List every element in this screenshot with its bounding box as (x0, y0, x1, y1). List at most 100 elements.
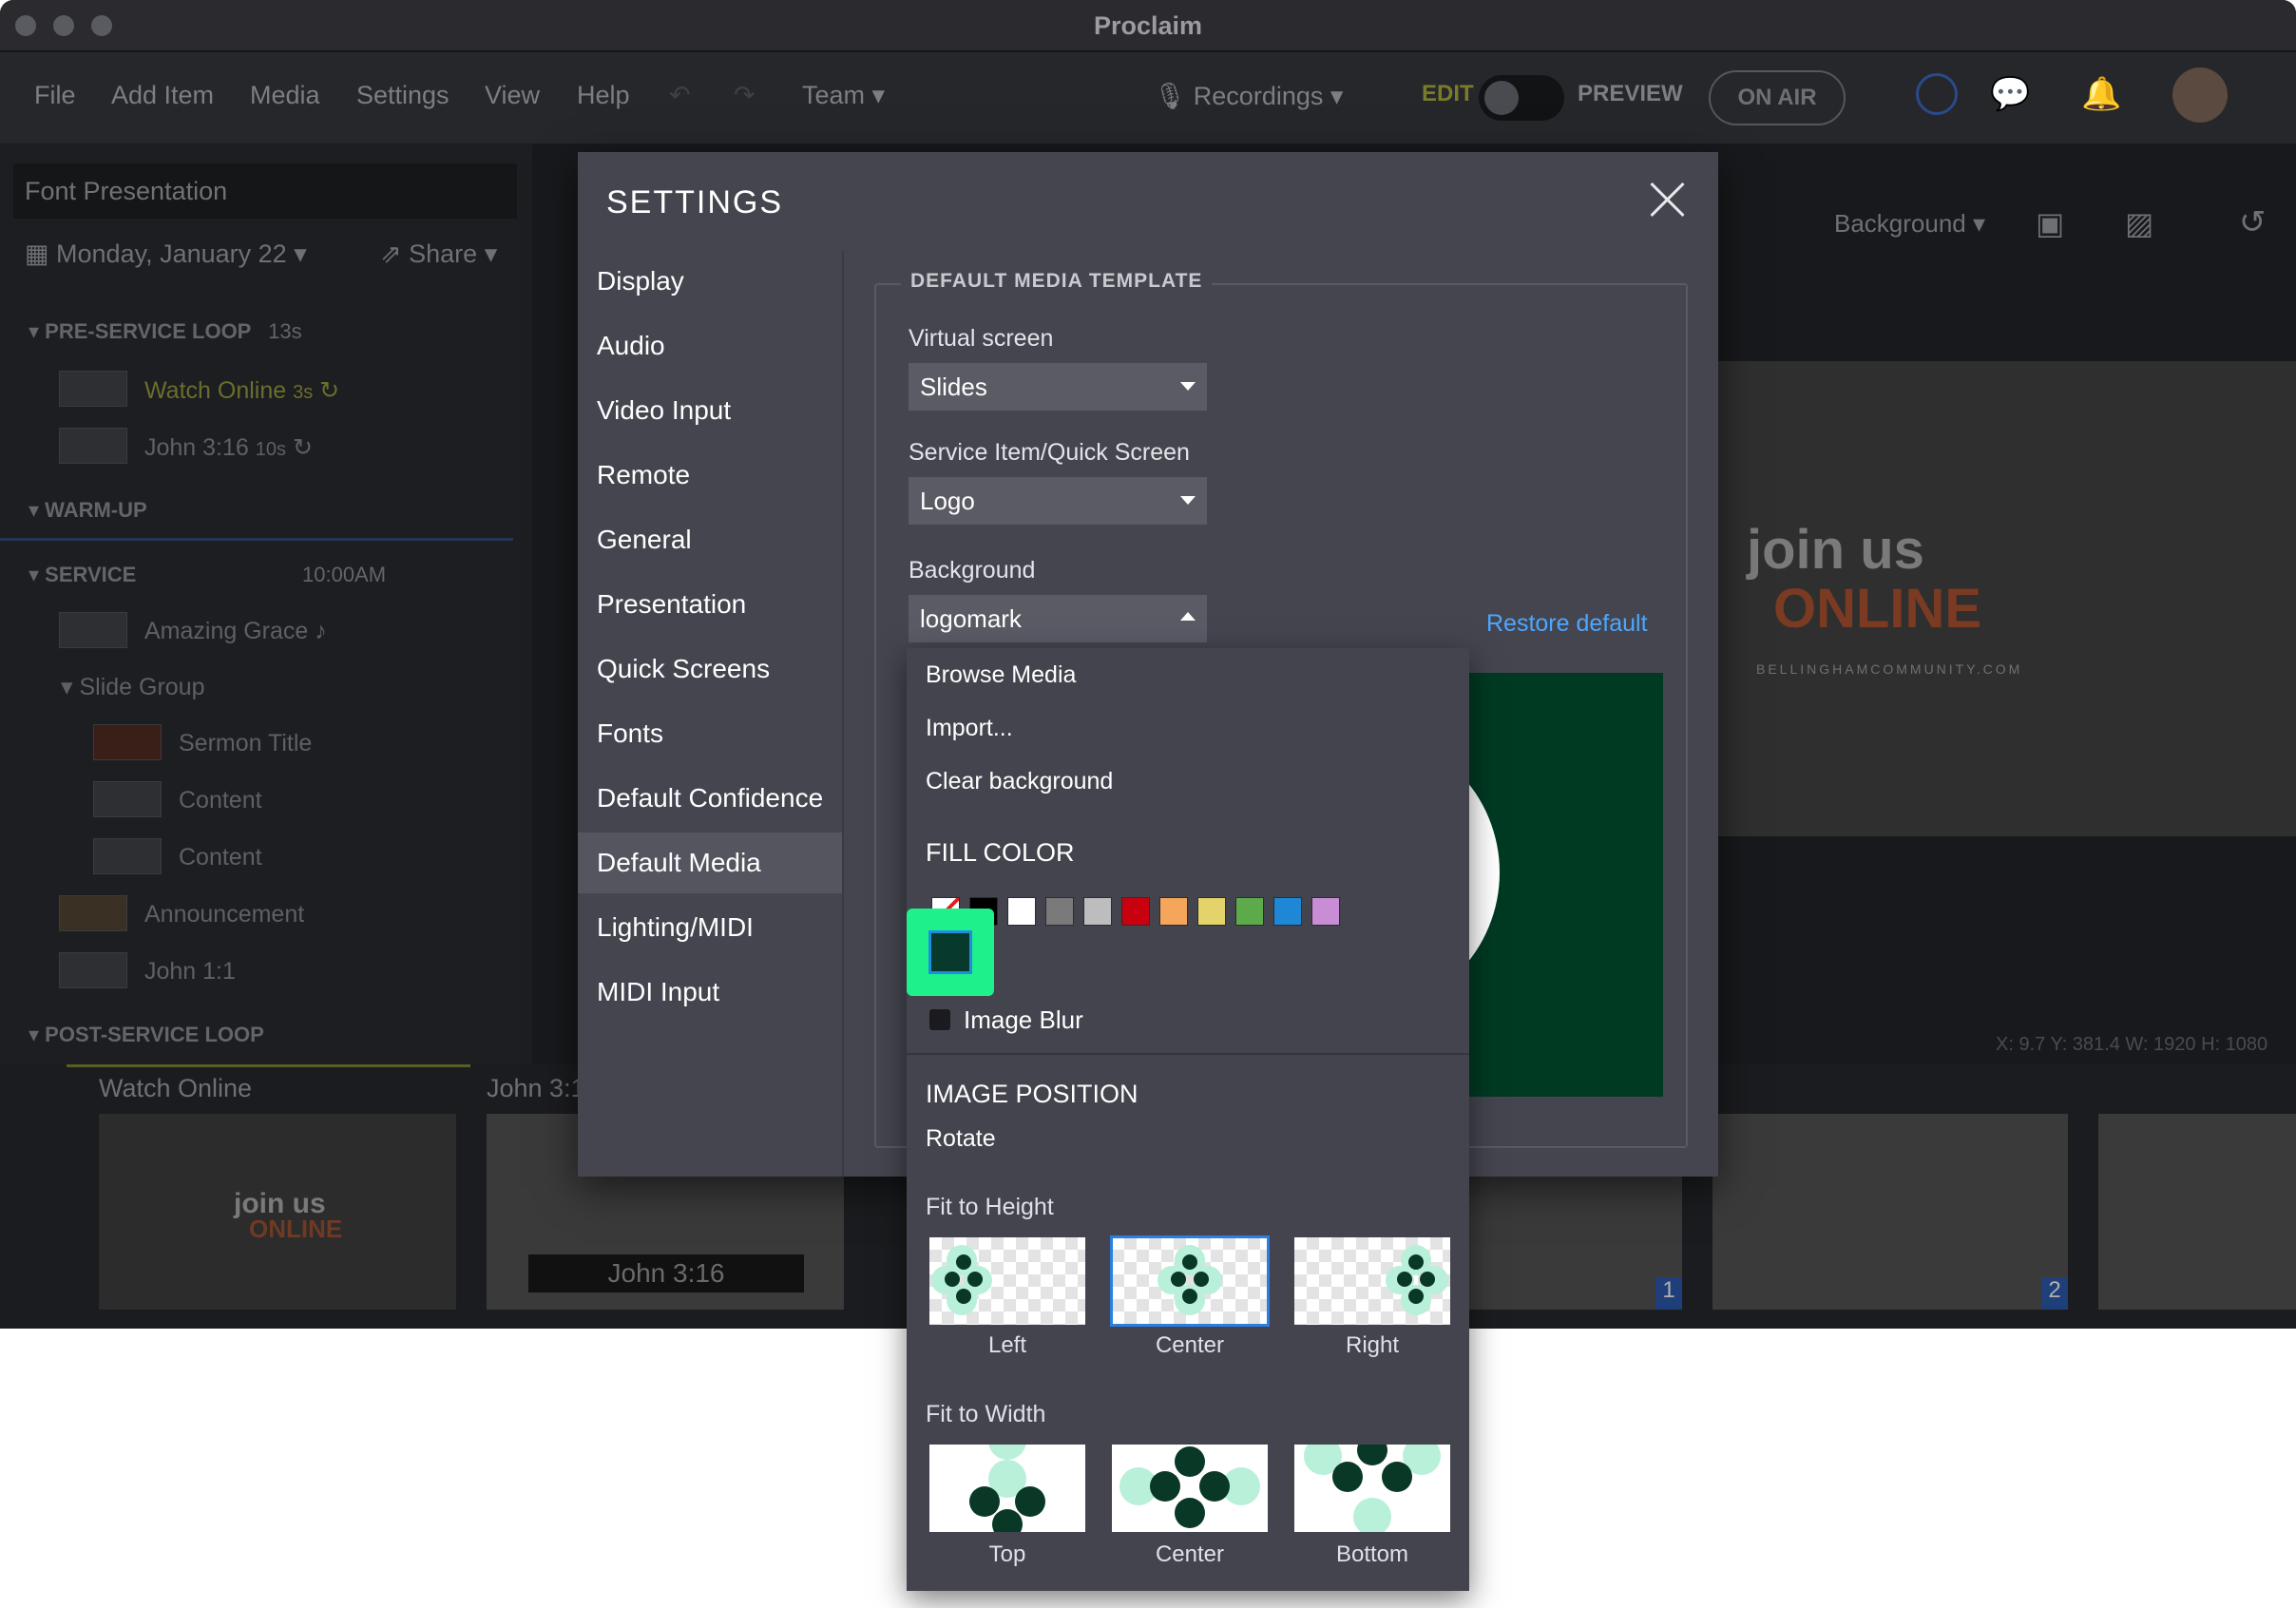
on-air-button[interactable]: ON AIR (1709, 70, 1846, 125)
list-item[interactable]: Amazing Grace ♪ (144, 618, 327, 645)
undo-icon[interactable]: ↶ (669, 81, 691, 110)
section-warm-up[interactable]: ▾ WARM-UP (29, 498, 147, 523)
swatch-purple[interactable] (1311, 897, 1340, 926)
team-menu[interactable]: Team ▾ (802, 81, 885, 110)
logo-dot (1420, 1272, 1435, 1287)
menu-file[interactable]: File (34, 81, 76, 110)
menu-view[interactable]: View (485, 81, 540, 110)
swatch-red[interactable] (1121, 897, 1150, 926)
image-icon[interactable]: ▨ (2125, 205, 2153, 241)
tile-label: Left (987, 1332, 1027, 1358)
redo-icon[interactable]: ↷ (734, 81, 756, 110)
section-pre-service-loop[interactable]: ▾ PRE-SERVICE LOOP 13s (29, 319, 302, 344)
item-thumbnail (59, 428, 127, 464)
background-select[interactable]: logomark (909, 595, 1207, 642)
menu-add-item[interactable]: Add Item (111, 81, 214, 110)
slide-thumbnail[interactable] (2098, 1114, 2296, 1310)
slide-thumbnail[interactable]: 2 (1712, 1114, 2068, 1310)
list-item-group[interactable]: ▾ Slide Group (61, 673, 205, 701)
edit-preview-toggle[interactable] (1479, 75, 1564, 121)
background-preview (1462, 673, 1663, 1097)
clear-background-option[interactable]: Clear background (926, 768, 1113, 795)
list-item[interactable]: Content (179, 844, 262, 871)
swatch-white[interactable] (1007, 897, 1036, 926)
custom-color-swatch[interactable] (928, 930, 972, 974)
list-item[interactable]: Content (179, 787, 262, 814)
background-menu[interactable]: Background ▾ (1834, 209, 1985, 239)
presentation-title[interactable]: Font Presentation (13, 163, 517, 219)
nav-audio[interactable]: Audio (578, 316, 842, 376)
promo-line-2: ONLINE (1773, 578, 1982, 640)
section-label: PRE-SERVICE LOOP (45, 319, 251, 343)
service-item-select[interactable]: Logo (909, 477, 1207, 525)
fit-to-width-label: Fit to Width (926, 1401, 1046, 1427)
chat-icon[interactable]: 💬 (1990, 75, 2030, 113)
image-blur-checkbox[interactable] (929, 1009, 950, 1030)
nav-default-confidence[interactable]: Default Confidence (578, 768, 842, 829)
swatch-light-gray[interactable] (1083, 897, 1112, 926)
logo-dot (1171, 1272, 1186, 1287)
text-box-icon[interactable]: ▣ (2036, 205, 2064, 241)
menu-settings[interactable]: Settings (356, 81, 450, 110)
section-post-service-loop[interactable]: ▾ POST-SERVICE LOOP (29, 1023, 264, 1047)
item-thumbnail (59, 895, 127, 931)
fit-height-center-tile[interactable] (1110, 1235, 1270, 1327)
browse-media-option[interactable]: Browse Media (926, 661, 1076, 689)
list-item[interactable]: John 1:1 (144, 958, 236, 986)
share-button[interactable]: ⇗ Share ▾ (380, 239, 497, 269)
date-picker[interactable]: ▦ Monday, January 22 ▾ (25, 239, 307, 269)
nav-midi-input[interactable]: MIDI Input (578, 962, 842, 1023)
fit-height-left-tile[interactable] (929, 1237, 1085, 1325)
fit-width-top-tile[interactable] (929, 1445, 1085, 1532)
more-icon[interactable] (1916, 73, 1958, 115)
section-service[interactable]: ▾ SERVICE 10:00AM (29, 563, 386, 587)
nav-lighting-midi[interactable]: Lighting/MIDI (578, 897, 842, 958)
title-bar: Proclaim (0, 0, 2296, 51)
list-item[interactable]: Sermon Title (179, 730, 312, 757)
nav-remote[interactable]: Remote (578, 445, 842, 506)
swatch-yellow[interactable] (1197, 897, 1226, 926)
nav-video-input[interactable]: Video Input (578, 380, 842, 441)
window-title: Proclaim (1093, 11, 1203, 40)
nav-quick-screens[interactable]: Quick Screens (578, 639, 842, 699)
swatch-green[interactable] (1235, 897, 1264, 926)
import-option[interactable]: Import... (926, 715, 1013, 742)
item-thumbnail (93, 724, 162, 760)
nav-fonts[interactable]: Fonts (578, 703, 842, 764)
recordings-menu[interactable]: 🎙 Recordings ▾ (1154, 81, 1343, 111)
bell-icon[interactable]: 🔔 (2081, 75, 2121, 113)
menu-media[interactable]: Media (250, 81, 320, 110)
fit-width-center-tile[interactable] (1112, 1445, 1268, 1532)
nav-presentation[interactable]: Presentation (578, 574, 842, 635)
swatch-orange[interactable] (1159, 897, 1188, 926)
swatch-blue[interactable] (1273, 897, 1302, 926)
nav-default-media[interactable]: Default Media (578, 833, 842, 893)
list-item[interactable]: Announcement (144, 901, 304, 928)
logo-dot (1357, 1445, 1387, 1465)
close-icon[interactable] (1648, 181, 1686, 219)
music-note-icon: ♪ (315, 618, 327, 644)
logo-dot (992, 1509, 1023, 1532)
nav-display[interactable]: Display (578, 251, 842, 312)
filmstrip-label: John 3:1 (487, 1074, 585, 1102)
virtual-screen-select[interactable]: Slides (909, 363, 1207, 411)
chevron-up-icon (1180, 612, 1196, 621)
list-item[interactable]: John 3:16 10s ↻ (144, 433, 313, 462)
nav-general[interactable]: General (578, 509, 842, 570)
rotate-option[interactable]: Rotate (926, 1125, 996, 1153)
thumb-line-2: ONLINE (249, 1215, 343, 1243)
reset-icon[interactable]: ↺ (2239, 203, 2267, 241)
slide-thumbnail[interactable]: join us ONLINE (99, 1114, 456, 1310)
item-label: Watch Online (144, 377, 287, 404)
logo-dot (1182, 1289, 1197, 1304)
position-readout: X: 9.7 Y: 381.4 W: 1920 H: 1080 (1996, 1034, 2268, 1055)
item-thumbnail (59, 371, 127, 407)
section-label: WARM-UP (45, 498, 147, 522)
list-item[interactable]: Watch Online 3s ↻ (144, 376, 339, 405)
avatar[interactable] (2172, 67, 2228, 123)
fit-height-right-tile[interactable] (1294, 1237, 1450, 1325)
menu-help[interactable]: Help (577, 81, 630, 110)
fit-width-bottom-tile[interactable] (1294, 1445, 1450, 1532)
swatch-gray[interactable] (1045, 897, 1074, 926)
restore-default-link[interactable]: Restore default (1486, 610, 1648, 638)
